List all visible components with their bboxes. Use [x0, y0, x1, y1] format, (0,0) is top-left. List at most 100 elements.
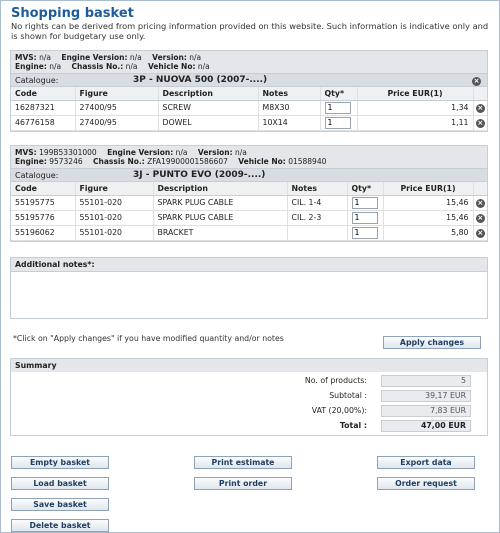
- notes-label: Additional notes*:: [11, 258, 487, 271]
- vat-value: 7,83 EUR: [381, 405, 471, 417]
- cell-description: BRACKET: [153, 225, 288, 241]
- vehicle-info: MVS: 199B53301000 Engine Version: n/a Ve…: [11, 146, 487, 168]
- mvs-value: n/a: [39, 53, 51, 62]
- vehicle-no-label: Vehicle No:: [238, 157, 286, 166]
- total-label: Total :: [339, 421, 367, 430]
- catalogue-name: 3P - NUOVA 500 (2007-....): [133, 75, 268, 85]
- engine-version-label: Engine Version:: [61, 53, 128, 62]
- engine-version-label: Engine Version:: [107, 148, 174, 157]
- engine-label: Engine:: [15, 157, 47, 166]
- column-header: Code: [11, 182, 76, 196]
- column-header: Code: [11, 87, 76, 101]
- products-label: No. of products:: [304, 376, 367, 385]
- chassis-label: Chassis No.:: [71, 62, 124, 71]
- cell-code: 55195775: [11, 195, 76, 211]
- apply-hint: *Click on "Apply changes" if you have mo…: [13, 334, 284, 343]
- catalogue-row: Catalogue: 3J - PUNTO EVO (2009-....): [11, 168, 487, 182]
- remove-row-button[interactable]: ×: [473, 225, 487, 241]
- remove-row-button[interactable]: ×: [473, 195, 487, 211]
- cell-code: 16287321: [11, 100, 76, 116]
- cell-figure: 55101-020: [75, 195, 154, 211]
- additional-notes-field[interactable]: [11, 271, 487, 318]
- mvs-value: 199B53301000: [39, 148, 97, 157]
- vehicle-block-1: MVS: n/a Engine Version: n/a Version: n/…: [10, 50, 488, 132]
- parts-table: Code Figure Description Notes Qty* Price…: [11, 182, 487, 241]
- version-value: n/a: [189, 53, 202, 62]
- delete-basket-button[interactable]: Delete basket: [11, 519, 109, 532]
- cell-qty: [347, 195, 384, 211]
- products-value: 5: [381, 375, 471, 387]
- summary-panel: Summary No. of products: 5 Subtotal : 39…: [10, 358, 488, 436]
- version-label: Version:: [197, 148, 233, 157]
- order-request-button[interactable]: Order request: [377, 477, 475, 490]
- quantity-input[interactable]: [351, 196, 378, 209]
- quantity-input[interactable]: [324, 116, 351, 129]
- print-order-button[interactable]: Print order: [194, 477, 292, 490]
- cell-description: SCREW: [158, 100, 259, 116]
- column-header: Figure: [75, 182, 154, 196]
- table-row: 55195776 55101-020 SPARK PLUG CABLE CIL.…: [11, 210, 487, 226]
- subtotal-value: 39,17 EUR: [381, 390, 471, 402]
- remove-catalogue-button[interactable]: ×: [472, 76, 481, 86]
- remove-circle-icon: ×: [475, 213, 485, 223]
- parts-table: Code Figure Description Notes Qty* Price…: [11, 87, 487, 131]
- column-header: Description: [158, 87, 259, 101]
- engine-version-value: n/a: [129, 53, 142, 62]
- engine-value: n/a: [49, 62, 62, 71]
- remove-circle-icon: ×: [475, 228, 485, 238]
- cell-notes: M8X30: [258, 100, 321, 116]
- cell-code: 55195776: [11, 210, 76, 226]
- table-row: 55196062 55101-020 BRACKET 5,80 ×: [11, 225, 487, 241]
- chassis-label: Chassis No.:: [93, 157, 145, 166]
- catalogue-row: Catalogue: 3P - NUOVA 500 (2007-....) ×: [11, 73, 487, 87]
- cell-description: SPARK PLUG CABLE: [153, 195, 288, 211]
- vehicle-no-label: Vehicle No:: [147, 62, 196, 71]
- cell-price: 1,34: [357, 100, 474, 116]
- column-header: Qty*: [347, 182, 384, 196]
- remove-circle-icon: ×: [472, 77, 481, 86]
- column-header: Description: [153, 182, 288, 196]
- cell-description: SPARK PLUG CABLE: [153, 210, 288, 226]
- catalogue-label: Catalogue:: [15, 76, 59, 85]
- save-basket-button[interactable]: Save basket: [11, 498, 109, 511]
- print-estimate-button[interactable]: Print estimate: [194, 456, 292, 469]
- table-row: 55195775 55101-020 SPARK PLUG CABLE CIL.…: [11, 195, 487, 211]
- apply-changes-button[interactable]: Apply changes: [383, 336, 481, 349]
- version-value: n/a: [235, 148, 247, 157]
- vehicle-info: MVS: n/a Engine Version: n/a Version: n/…: [11, 51, 487, 73]
- catalogue-label: Catalogue:: [15, 171, 59, 180]
- chassis-value: n/a: [125, 62, 138, 71]
- chassis-value: ZFA19900001586607: [147, 157, 228, 166]
- mvs-label: MVS:: [15, 53, 37, 62]
- additional-notes-panel: Additional notes*:: [10, 257, 488, 319]
- catalogue-name: 3J - PUNTO EVO (2009-....): [133, 170, 266, 180]
- cell-notes: CIL. 1-4: [287, 195, 348, 211]
- subtotal-label: Subtotal :: [329, 391, 367, 400]
- column-header: Qty*: [320, 87, 358, 101]
- export-data-button[interactable]: Export data: [377, 456, 475, 469]
- empty-basket-button[interactable]: Empty basket: [11, 456, 109, 469]
- remove-circle-icon: ×: [475, 103, 485, 113]
- cell-description: DOWEL: [158, 115, 259, 131]
- engine-label: Engine:: [15, 62, 47, 71]
- quantity-input[interactable]: [324, 101, 351, 114]
- cell-figure: 27400/95: [75, 115, 159, 131]
- table-row: 46776158 27400/95 DOWEL 10X14 1,11 ×: [11, 115, 487, 131]
- cell-price: 5,80: [383, 225, 474, 241]
- cell-notes: 10X14: [258, 115, 321, 131]
- remove-circle-icon: ×: [475, 118, 485, 128]
- cell-qty: [320, 115, 358, 131]
- quantity-input[interactable]: [351, 211, 378, 224]
- cell-figure: 27400/95: [75, 100, 159, 116]
- remove-row-button[interactable]: ×: [473, 115, 487, 131]
- quantity-input[interactable]: [351, 226, 378, 239]
- mvs-label: MVS:: [15, 148, 37, 157]
- cell-code: 46776158: [11, 115, 76, 131]
- load-basket-button[interactable]: Load basket: [11, 477, 109, 490]
- vehicle-no-value: n/a: [197, 62, 210, 71]
- remove-row-button[interactable]: ×: [473, 210, 487, 226]
- column-header: Price EUR(1): [357, 87, 474, 101]
- remove-row-button[interactable]: ×: [473, 100, 487, 116]
- cell-price: 15,46: [383, 195, 474, 211]
- total-value: 47,00 EUR: [381, 420, 471, 432]
